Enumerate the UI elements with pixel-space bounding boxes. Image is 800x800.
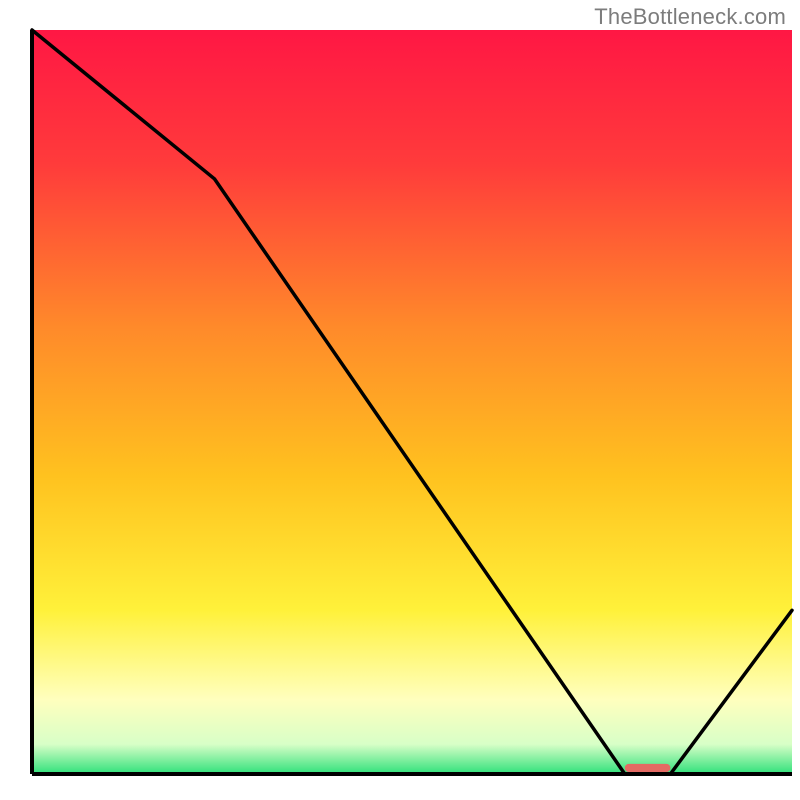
bottleneck-chart xyxy=(0,0,800,800)
gradient-background xyxy=(32,30,792,774)
optimal-range-marker xyxy=(625,764,671,772)
chart-container: TheBottleneck.com xyxy=(0,0,800,800)
